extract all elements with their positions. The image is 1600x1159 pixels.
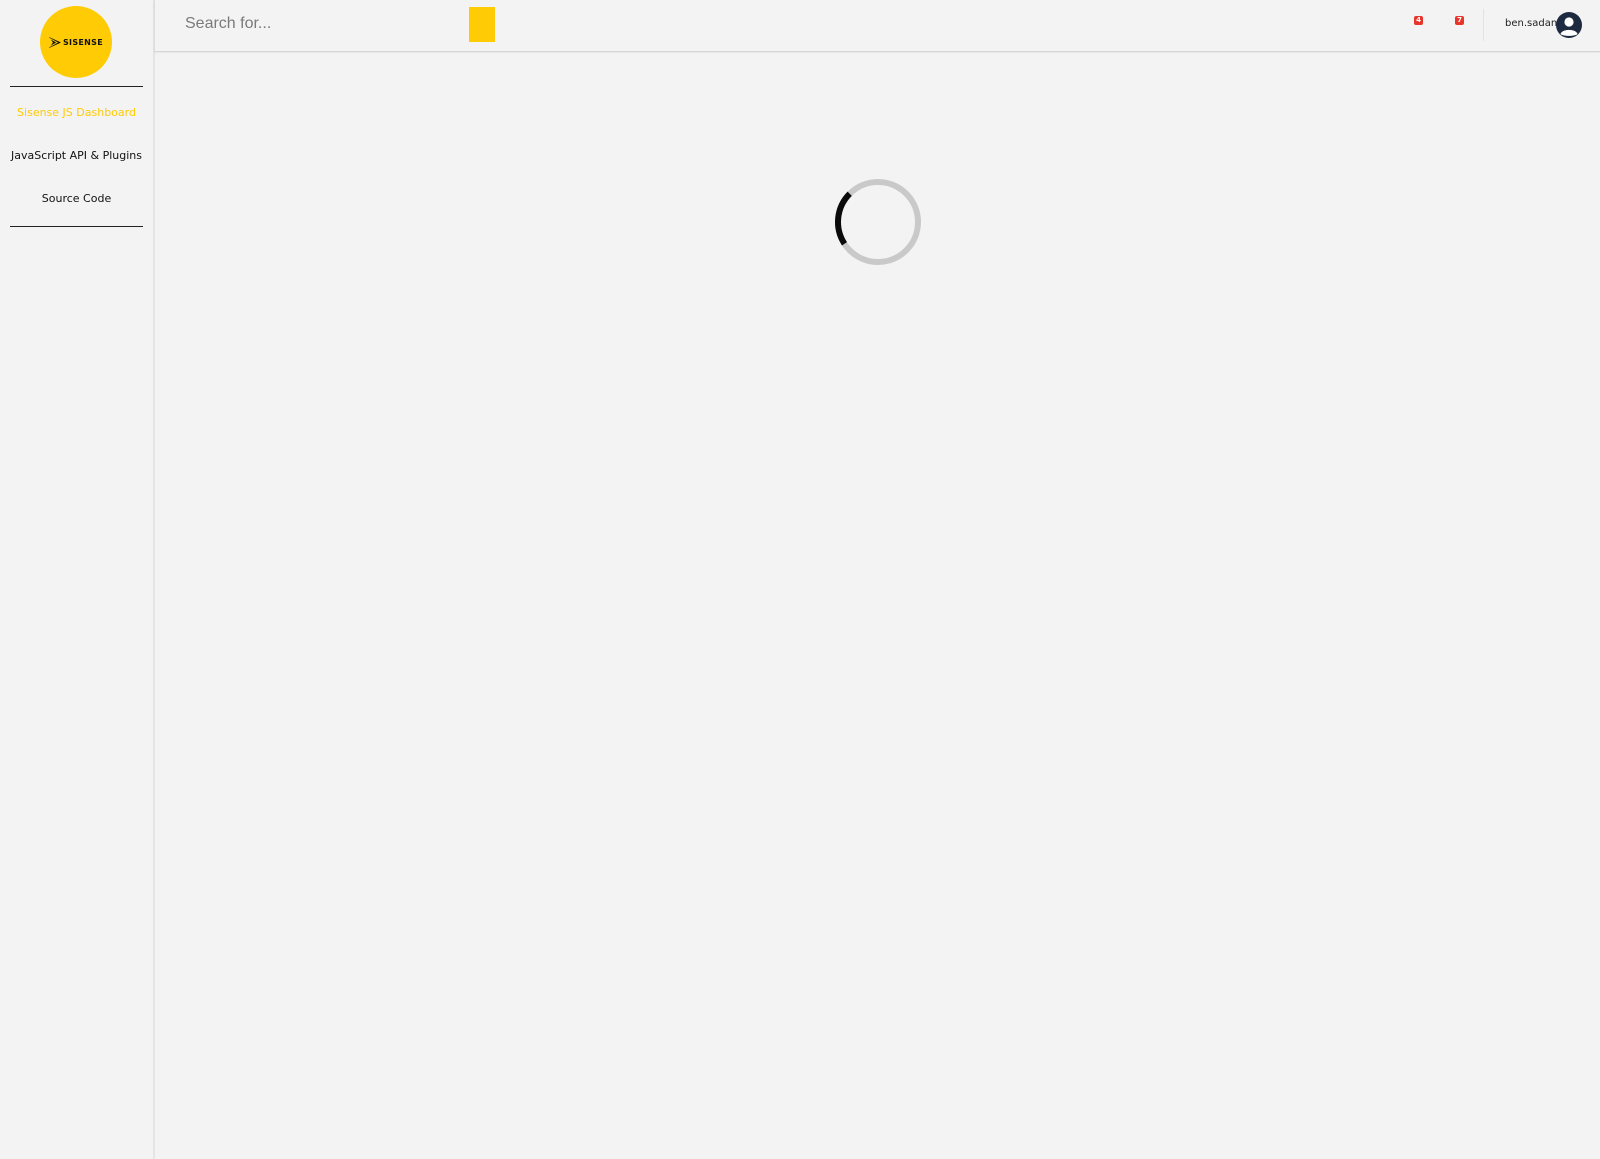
sisense-logo-icon: [49, 36, 61, 48]
sidebar-nav: Sisense JS Dashboard JavaScript API & Pl…: [10, 86, 143, 227]
top-bar: 4 7 ben.sadan: [155, 0, 1600, 52]
sidebar-item-javascript-api-plugins[interactable]: JavaScript API & Plugins: [10, 134, 143, 177]
search-button[interactable]: [469, 7, 495, 42]
main-content: [157, 53, 1600, 1159]
app-window: SISENSE Sisense JS Dashboard JavaScript …: [0, 0, 1600, 1159]
sidebar-item-source-code[interactable]: Source Code: [10, 177, 143, 220]
sidebar-item-sisense-js-dashboard[interactable]: Sisense JS Dashboard: [10, 91, 143, 134]
user-avatar-icon[interactable]: [1556, 12, 1582, 38]
logo-text: SISENSE: [63, 37, 103, 47]
alert-badge[interactable]: 7: [1455, 16, 1464, 25]
notification-badge[interactable]: 4: [1414, 16, 1423, 25]
search-input[interactable]: [185, 10, 455, 38]
loading-spinner-icon: [835, 179, 921, 265]
header-divider: [1483, 9, 1484, 41]
sidebar: SISENSE Sisense JS Dashboard JavaScript …: [0, 0, 155, 1159]
logo-mark: SISENSE: [49, 36, 103, 48]
username-label[interactable]: ben.sadan: [1505, 18, 1557, 29]
sisense-logo[interactable]: SISENSE: [40, 6, 112, 78]
